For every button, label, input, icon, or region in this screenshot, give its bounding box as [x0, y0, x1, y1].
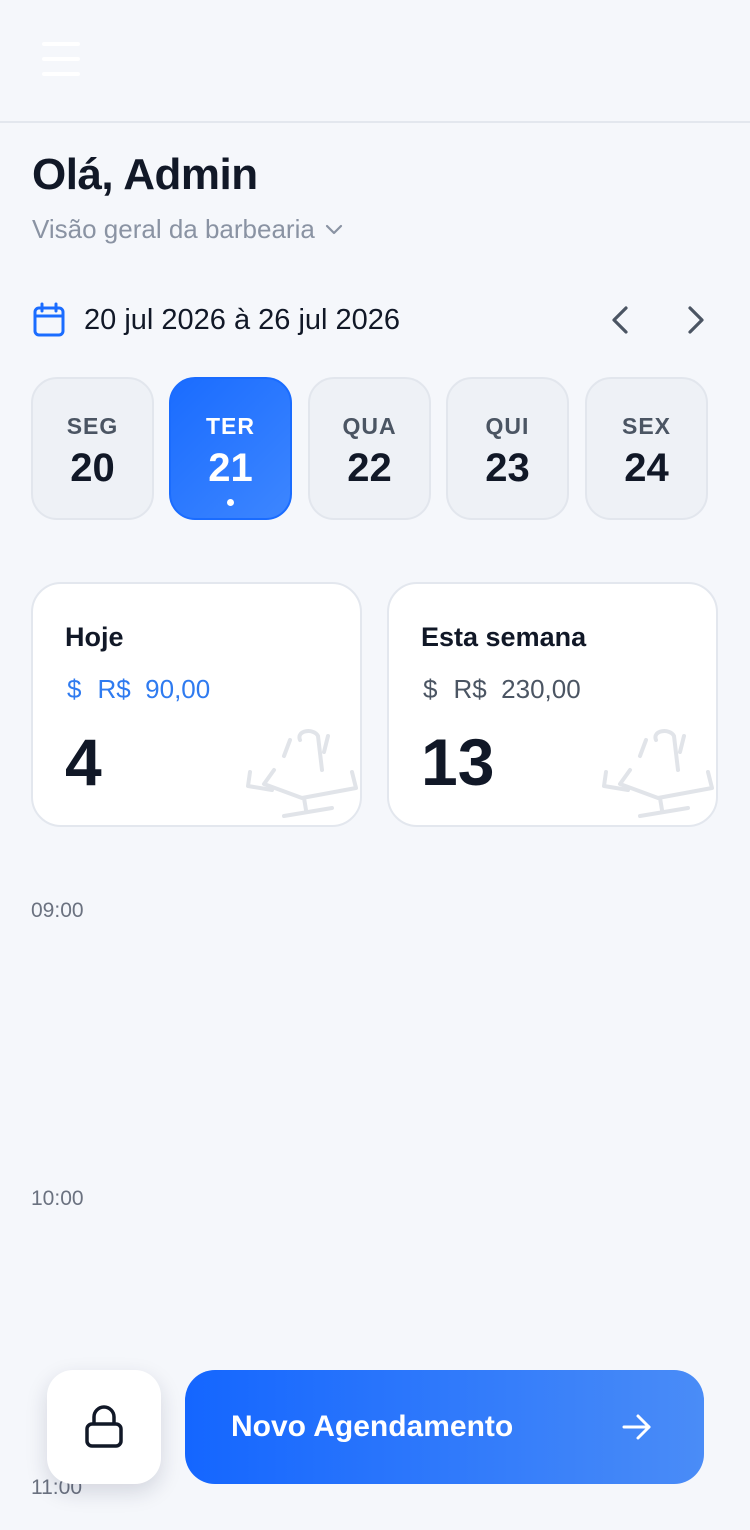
revenue-amount: $ R$ 230,00	[423, 674, 581, 705]
day-name: TER	[206, 413, 255, 439]
card-title: Esta semana	[421, 622, 587, 652]
day-name: QUA	[342, 413, 397, 439]
view-selector-label: Visão geral da barbearia	[32, 214, 315, 244]
selected-day-dot	[227, 499, 234, 506]
arrow-right-icon	[622, 1414, 651, 1440]
view-selector[interactable]: Visão geral da barbearia	[32, 214, 343, 245]
chevron-left-icon	[612, 306, 628, 334]
lock-icon	[85, 1405, 123, 1448]
time-slot-label: 09:00	[31, 899, 84, 922]
barber-chair-icon	[246, 729, 358, 818]
new-appointment-label: Novo Agendamento	[231, 1410, 514, 1443]
lock-button[interactable]	[47, 1370, 161, 1484]
card-title: Hoje	[65, 622, 124, 652]
day-selector: SEG 20 TER 21 QUA 22 QUI 23 SEX 24	[31, 377, 709, 520]
day-number: 24	[624, 446, 669, 490]
revenue-amount: $ R$ 90,00	[67, 674, 210, 705]
day-qua[interactable]: QUA 22	[308, 377, 431, 520]
day-number: 20	[70, 446, 115, 490]
day-number: 22	[347, 446, 392, 490]
chevron-down-icon	[325, 224, 342, 234]
day-number: 23	[485, 446, 530, 490]
day-seg[interactable]: SEG 20	[31, 377, 154, 520]
chevron-right-icon	[688, 306, 704, 334]
previous-week-button[interactable]	[600, 300, 640, 340]
next-week-button[interactable]	[676, 300, 716, 340]
barber-chair-icon	[602, 729, 714, 818]
day-name: SEX	[621, 413, 672, 439]
day-qui[interactable]: QUI 23	[446, 377, 569, 520]
day-number: 21	[208, 446, 253, 490]
revenue-value: R$ 90,00	[97, 674, 211, 704]
dollar-icon: $	[67, 674, 82, 704]
week-range-row: 20 jul 2026 à 26 jul 2026	[32, 298, 718, 342]
day-name: QUI	[485, 413, 530, 439]
today-stats-card: Hoje $ R$ 90,00 4	[31, 582, 362, 827]
calendar-icon	[33, 302, 65, 337]
time-slot-label: 10:00	[31, 1187, 84, 1210]
top-bar	[0, 0, 750, 123]
page-title: Olá, Admin	[32, 150, 258, 199]
day-ter[interactable]: TER 21	[169, 377, 292, 520]
dollar-icon: $	[423, 674, 438, 704]
week-range: 20 jul 2026 à 26 jul 2026	[84, 303, 401, 336]
day-name: SEG	[66, 413, 119, 439]
day-sex[interactable]: SEX 24	[585, 377, 708, 520]
revenue-value: R$ 230,00	[453, 674, 581, 704]
appointment-count: 4	[65, 725, 102, 799]
hamburger-menu-icon[interactable]	[42, 42, 80, 76]
appointment-count: 13	[421, 725, 495, 799]
week-stats-card: Esta semana $ R$ 230,00 13	[387, 582, 718, 827]
new-appointment-button[interactable]: Novo Agendamento	[185, 1370, 704, 1484]
